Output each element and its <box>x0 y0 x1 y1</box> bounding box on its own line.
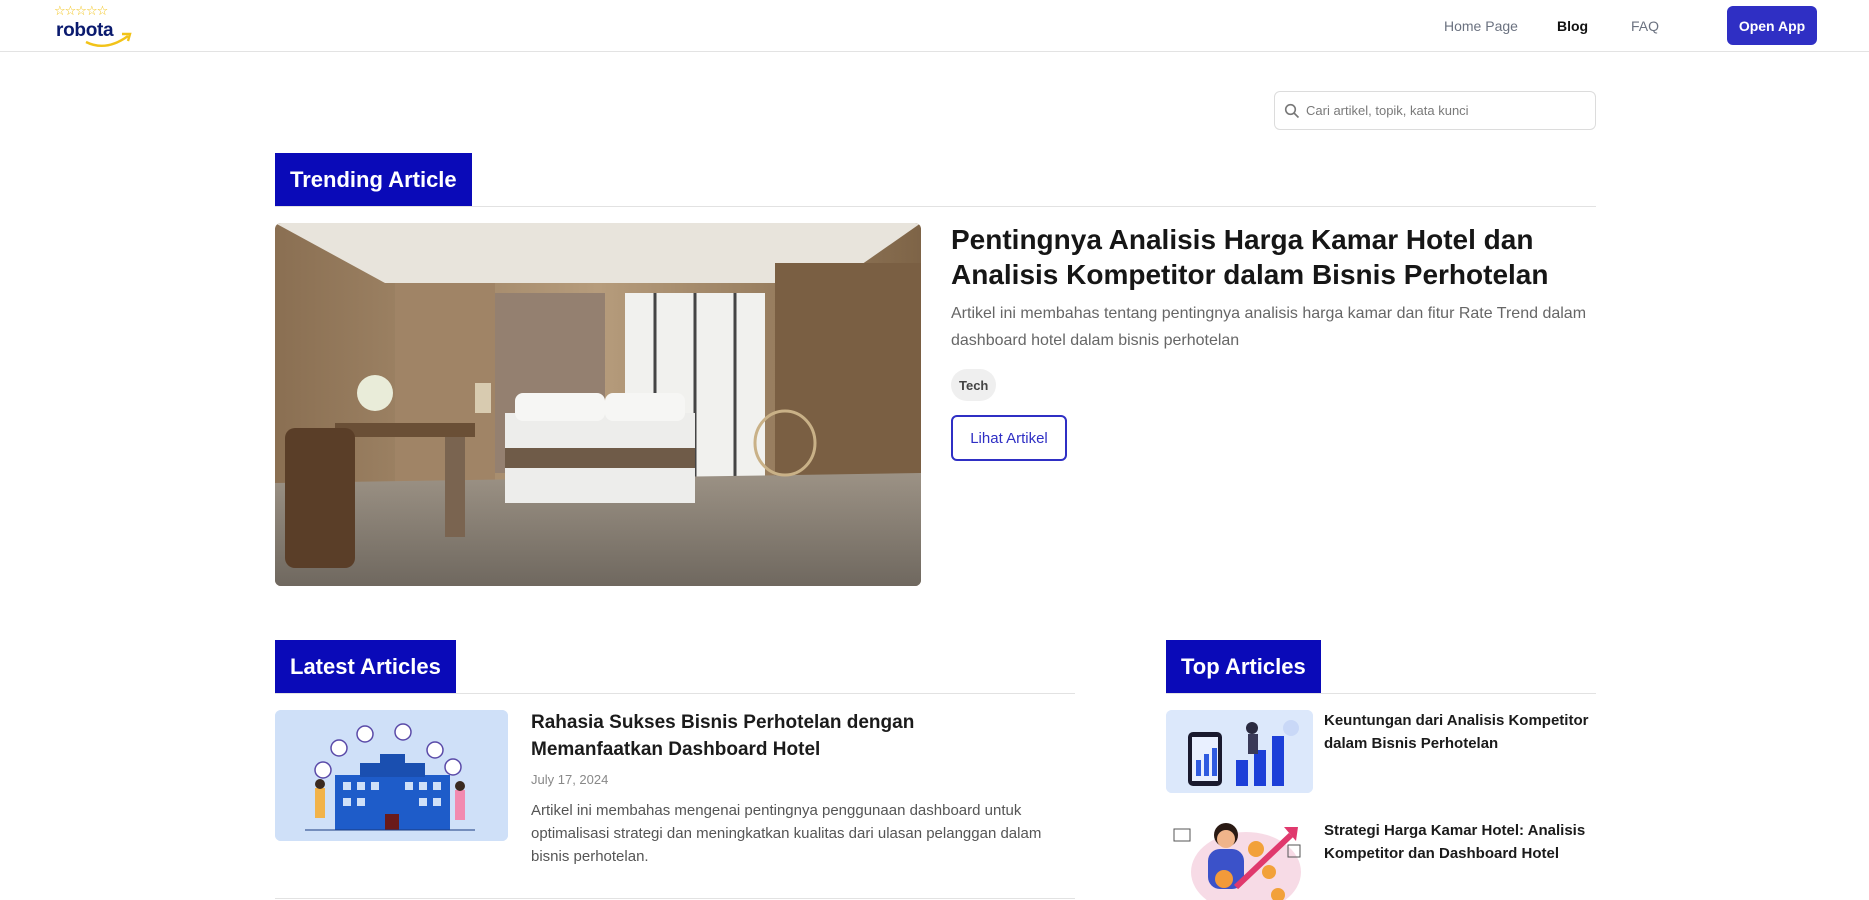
nav-blog-link[interactable]: Blog <box>1557 18 1588 34</box>
analytics-chart-illustration <box>1166 710 1313 793</box>
nav-home-link[interactable]: Home Page <box>1444 18 1518 34</box>
nav-faq-link[interactable]: FAQ <box>1631 18 1659 34</box>
latest-heading: Latest Articles <box>275 640 456 693</box>
latest-article-title[interactable]: Rahasia Sukses Bisnis Perhotelan dengan … <box>531 709 1051 763</box>
trending-article-title[interactable]: Pentingnya Analisis Harga Kamar Hotel da… <box>951 222 1591 292</box>
logo-arrow-icon <box>85 32 132 48</box>
open-app-button[interactable]: Open App <box>1727 6 1817 45</box>
nav-blog[interactable]: Blog <box>1557 0 1588 52</box>
article-search[interactable] <box>1274 91 1596 130</box>
top-article-thumbnail-2[interactable] <box>1166 817 1313 900</box>
top-article-thumbnail-1[interactable] <box>1166 710 1313 793</box>
trending-article-description: Artikel ini membahas tentang pentingnya … <box>951 305 1587 349</box>
category-tag: Tech <box>951 369 997 401</box>
top-article-title-2[interactable]: Strategi Harga Kamar Hotel: Analisis Kom… <box>1324 819 1596 865</box>
view-article-button[interactable]: Lihat Artikel <box>951 415 1067 461</box>
top-heading: Top Articles <box>1166 640 1321 693</box>
search-input[interactable] <box>1306 93 1586 128</box>
latest-divider <box>275 693 1075 694</box>
trending-article-image[interactable] <box>275 223 921 586</box>
search-icon <box>1284 103 1300 119</box>
top-divider <box>1166 693 1596 694</box>
latest-article-date: July 17, 2024 <box>531 772 609 787</box>
hotel-room-image <box>275 223 921 586</box>
latest-item-divider <box>275 898 1075 899</box>
logo-stars-icon: ☆☆☆☆☆ <box>54 3 108 18</box>
trending-divider <box>275 206 1596 207</box>
latest-article-thumbnail[interactable] <box>275 710 508 841</box>
pricing-strategy-illustration <box>1166 817 1313 900</box>
nav-home[interactable]: Home Page <box>1444 0 1518 52</box>
robota-logo[interactable]: ☆☆☆☆☆ robota <box>54 3 134 48</box>
trending-heading: Trending Article <box>275 153 472 206</box>
top-navbar: ☆☆☆☆☆ robota Home Page Blog FAQ Open App <box>0 0 1869 52</box>
nav-faq[interactable]: FAQ <box>1631 0 1659 52</box>
hotel-dashboard-illustration <box>275 710 508 841</box>
latest-article-description: Artikel ini membahas mengenai pentingnya… <box>531 802 1042 865</box>
top-article-title-1[interactable]: Keuntungan dari Analisis Kompetitor dala… <box>1324 709 1596 755</box>
